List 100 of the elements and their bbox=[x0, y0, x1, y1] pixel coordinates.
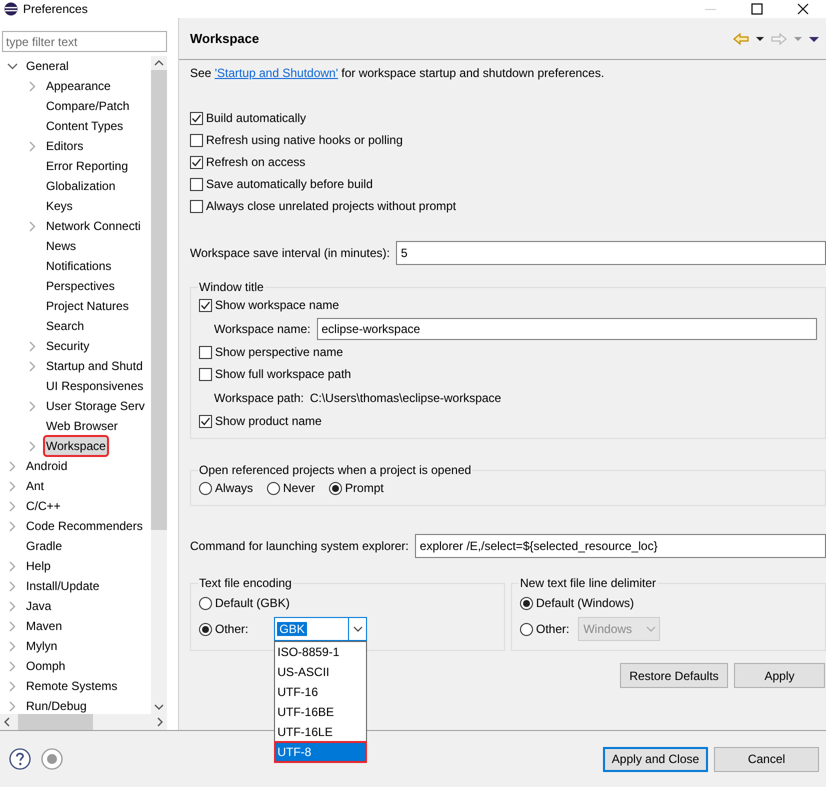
field-label: Workspace save interval (in minutes): bbox=[190, 246, 390, 260]
checkbox[interactable] bbox=[190, 200, 203, 212]
radio-button[interactable] bbox=[329, 482, 342, 494]
checkbox-label: Show full workspace path bbox=[215, 367, 352, 381]
dropdown-option[interactable]: UTF-16LE bbox=[275, 722, 366, 742]
tree-item[interactable]: Notifications bbox=[45, 257, 112, 275]
checkbox[interactable] bbox=[199, 368, 212, 380]
path-value: C:\Users\thomas\eclipse-workspace bbox=[310, 390, 502, 404]
tree-item[interactable]: Maven bbox=[25, 617, 64, 635]
caret-icon bbox=[352, 626, 363, 632]
checkbox[interactable] bbox=[190, 178, 203, 190]
tree-item[interactable]: Project Natures bbox=[45, 297, 130, 315]
apply-button[interactable]: Apply bbox=[734, 663, 825, 688]
forward-arrow-icon[interactable] bbox=[770, 32, 788, 46]
tree-item[interactable]: Globalization bbox=[45, 177, 116, 195]
tree-item[interactable]: Compare/Patch bbox=[45, 97, 130, 115]
tree-item[interactable]: Content Types bbox=[45, 117, 124, 135]
checkbox[interactable] bbox=[199, 414, 212, 428]
radio-button[interactable] bbox=[520, 596, 533, 610]
checkbox-label: Save automatically before build bbox=[206, 177, 373, 191]
maximize-icon[interactable] bbox=[751, 3, 763, 15]
field-label: Command for launching system explorer: bbox=[190, 539, 409, 553]
checkbox[interactable] bbox=[190, 134, 203, 146]
group-title: New text file line delimiter bbox=[519, 576, 658, 590]
tree-item[interactable]: Workspace bbox=[45, 437, 107, 455]
dropdown-option[interactable]: US-ASCII bbox=[275, 662, 366, 682]
tree-item[interactable]: Perspectives bbox=[45, 277, 116, 295]
tree-item[interactable]: Ant bbox=[25, 477, 46, 495]
apply-and-close-button[interactable]: Apply and Close bbox=[603, 746, 708, 772]
checkbox[interactable] bbox=[199, 346, 212, 358]
tree-item[interactable]: Security bbox=[45, 337, 90, 355]
radio-button[interactable] bbox=[520, 622, 533, 636]
radio-button[interactable] bbox=[199, 482, 212, 494]
radio-button[interactable] bbox=[199, 622, 212, 636]
tree-item[interactable]: Gradle bbox=[25, 537, 64, 555]
radio-label: Default (Windows) bbox=[536, 596, 634, 610]
back-arrow-icon[interactable] bbox=[732, 32, 750, 46]
dropdown-option[interactable]: UTF-16BE bbox=[275, 702, 366, 722]
checkbox-label: Build automatically bbox=[206, 111, 306, 125]
horizontal-scrollbar[interactable] bbox=[0, 714, 167, 730]
checkbox[interactable] bbox=[190, 112, 203, 124]
tree-item[interactable]: Editors bbox=[45, 137, 84, 155]
radio-button[interactable] bbox=[199, 596, 212, 610]
tree-item[interactable]: Oomph bbox=[25, 657, 66, 675]
group-title: Window title bbox=[198, 280, 265, 294]
tree-item[interactable]: News bbox=[45, 237, 78, 255]
tree-item[interactable]: User Storage Serv bbox=[45, 397, 146, 415]
page-title: Workspace bbox=[190, 31, 260, 46]
group-title: Text file encoding bbox=[198, 576, 293, 590]
interval-field[interactable]: 5 bbox=[396, 241, 826, 265]
tree-item[interactable]: Java bbox=[25, 597, 52, 615]
tree-item[interactable]: Keys bbox=[45, 197, 74, 215]
record-icon bbox=[41, 748, 63, 770]
intro-text: See bbox=[190, 66, 212, 80]
tree-item[interactable]: Search bbox=[45, 317, 86, 335]
tree-item[interactable]: Appearance bbox=[45, 77, 112, 95]
checkbox-label: Show perspective name bbox=[215, 345, 344, 359]
radio-button[interactable] bbox=[267, 482, 280, 494]
tree-item[interactable]: Code Recommenders bbox=[25, 517, 144, 535]
encoding-dropdown[interactable]: GBK bbox=[274, 617, 368, 641]
checkbox-label: Show product name bbox=[215, 414, 322, 428]
startup-link[interactable]: 'Startup and Shutdown' bbox=[214, 66, 338, 80]
cancel-button[interactable]: Cancel bbox=[714, 746, 819, 772]
command-field[interactable]: explorer /E,/select=${selected_resource_loc} bbox=[414, 534, 826, 558]
tree-item[interactable]: Error Reporting bbox=[45, 157, 130, 175]
dropdown-option[interactable]: ISO-8859-1 bbox=[275, 642, 366, 662]
tree-item[interactable]: Android bbox=[25, 457, 68, 475]
tree-item[interactable]: General bbox=[25, 57, 70, 75]
window-title: Preferences bbox=[23, 2, 88, 16]
checkbox[interactable] bbox=[190, 156, 203, 168]
tree-item[interactable]: Run/Debug bbox=[25, 697, 88, 714]
vertical-scrollbar[interactable] bbox=[151, 56, 167, 714]
tree-item[interactable]: Help bbox=[25, 557, 52, 575]
checkbox[interactable] bbox=[199, 298, 212, 312]
tree-item[interactable]: Network Connecti bbox=[45, 217, 142, 235]
tree-item[interactable]: Install/Update bbox=[25, 577, 100, 595]
close-icon[interactable] bbox=[797, 3, 809, 15]
filter-field[interactable]: type filter text bbox=[2, 31, 167, 52]
field-label: Workspace name: bbox=[214, 322, 310, 336]
intro-text: for workspace startup and shutdown preferences. bbox=[340, 66, 604, 80]
radio-label: Prompt bbox=[345, 481, 384, 495]
path-label: Workspace path: bbox=[214, 390, 304, 404]
tree-item[interactable]: Startup and Shutd bbox=[45, 357, 144, 375]
tree-item[interactable]: Remote Systems bbox=[25, 677, 118, 695]
radio-label: Default (GBK) bbox=[215, 596, 290, 610]
tree-item[interactable]: Mylyn bbox=[25, 637, 58, 655]
dropdown-option[interactable]: UTF-16 bbox=[275, 682, 366, 702]
restore-defaults-button[interactable]: Restore Defaults bbox=[620, 663, 728, 688]
checkbox-label: Refresh on access bbox=[206, 155, 306, 169]
tree-item[interactable]: C/C++ bbox=[25, 497, 62, 515]
checkbox-label: Show workspace name bbox=[215, 298, 340, 312]
name-field[interactable]: eclipse-workspace bbox=[316, 318, 817, 340]
tree-item[interactable]: Web Browser bbox=[45, 417, 119, 435]
radio-label: Other: bbox=[536, 622, 570, 636]
tree-item[interactable]: UI Responsivenes bbox=[45, 377, 144, 395]
checkbox-label: Refresh using native hooks or polling bbox=[206, 133, 403, 147]
radio-label: Never bbox=[283, 481, 316, 495]
help-icon bbox=[9, 748, 31, 770]
checkbox-label: Always close unrelated projects without prompt bbox=[206, 199, 456, 213]
dropdown-option[interactable]: UTF-8 bbox=[275, 742, 366, 762]
